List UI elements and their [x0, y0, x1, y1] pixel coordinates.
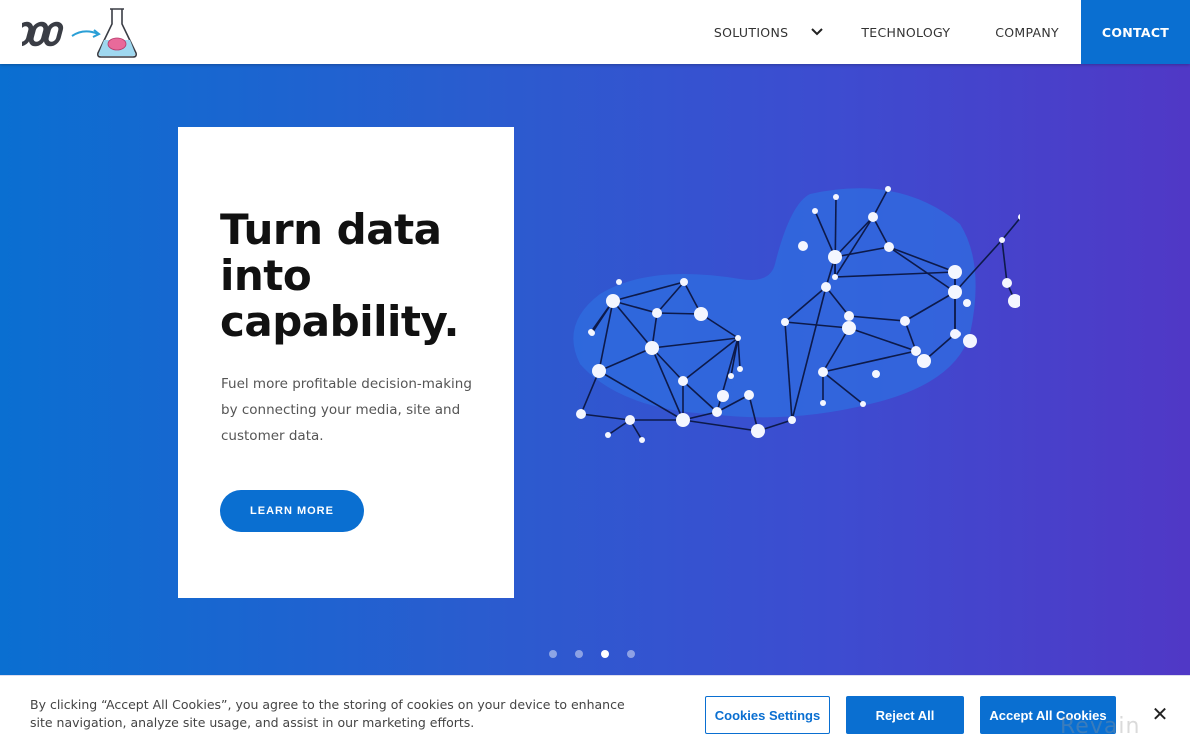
carousel-dot[interactable]	[627, 650, 635, 658]
network-node	[639, 437, 645, 443]
hero-description: Fuel more profitable decision-making by …	[221, 376, 472, 444]
network-node	[860, 401, 866, 407]
network-node	[821, 282, 831, 292]
network-node	[885, 186, 891, 192]
network-node	[717, 390, 729, 402]
network-node	[911, 346, 921, 356]
network-node	[832, 274, 838, 280]
nav-contact[interactable]: CONTACT	[1081, 0, 1190, 64]
network-edge	[1001, 239, 1008, 284]
network-node	[812, 208, 818, 214]
cookie-banner: By clicking “Accept All Cookies”, you ag…	[0, 675, 1190, 753]
network-node	[948, 265, 962, 279]
network-node	[963, 334, 977, 348]
network-node	[884, 242, 894, 252]
network-node	[728, 373, 734, 379]
nav-solutions[interactable]: SOLUTIONS	[714, 0, 824, 64]
hero-card: Turn data into capability. Fuel more pro…	[178, 127, 514, 598]
nav-solutions-label: SOLUTIONS	[713, 24, 789, 40]
network-node	[833, 194, 839, 200]
network-node	[917, 354, 931, 368]
network-node	[781, 318, 789, 326]
network-node	[798, 241, 808, 251]
reject-all-button[interactable]: Reject All	[846, 696, 964, 734]
carousel-dots	[549, 650, 635, 658]
network-node	[737, 366, 743, 372]
network-node	[588, 329, 594, 335]
cookies-settings-button[interactable]: Cookies Settings	[705, 696, 830, 734]
network-node	[948, 285, 962, 299]
close-icon[interactable]: ✕	[1150, 704, 1170, 724]
network-node	[955, 331, 961, 337]
network-node	[788, 416, 796, 424]
network-edge	[1001, 216, 1020, 241]
network-node	[592, 364, 606, 378]
network-node	[678, 376, 688, 386]
network-node	[844, 311, 854, 321]
cookie-text: By clicking “Accept All Cookies”, you ag…	[30, 697, 625, 730]
network-node	[652, 308, 662, 318]
carousel-dot[interactable]	[575, 650, 583, 658]
network-node	[576, 409, 586, 419]
learn-more-button[interactable]: LEARN MORE	[220, 490, 364, 532]
main-nav: SOLUTIONS TECHNOLOGY COMPANY CONTACT	[714, 0, 1190, 64]
network-node	[606, 294, 620, 308]
logo[interactable]	[22, 6, 142, 60]
network-node	[868, 212, 878, 222]
network-node	[735, 335, 741, 341]
network-node	[963, 299, 971, 307]
watermark: Revain	[1060, 714, 1141, 739]
carousel-dot[interactable]	[601, 650, 609, 658]
network-node	[694, 307, 708, 321]
network-node	[1008, 294, 1020, 308]
network-node	[712, 407, 722, 417]
network-node	[828, 250, 842, 264]
network-node	[605, 432, 611, 438]
network-node	[900, 316, 910, 326]
network-node	[676, 413, 690, 427]
chevron-down-icon[interactable]	[810, 25, 824, 39]
network-node	[616, 279, 622, 285]
network-node	[999, 237, 1005, 243]
network-node	[680, 278, 688, 286]
network-node	[1002, 278, 1012, 288]
arrow-icon	[71, 30, 99, 37]
network-edge	[580, 413, 631, 421]
odd-logo-icon	[22, 21, 64, 47]
network-node	[751, 424, 765, 438]
network-node	[625, 415, 635, 425]
site-header: SOLUTIONS TECHNOLOGY COMPANY CONTACT	[0, 0, 1190, 64]
network-node	[820, 400, 826, 406]
nav-company[interactable]: COMPANY	[995, 0, 1059, 64]
network-node	[872, 370, 880, 378]
hero-title: Turn data into capability.	[220, 205, 459, 346]
network-node	[818, 367, 828, 377]
network-edge	[682, 419, 759, 432]
network-node	[842, 321, 856, 335]
nav-technology[interactable]: TECHNOLOGY	[861, 0, 950, 64]
network-graph-illustration	[573, 186, 1020, 443]
network-blob	[573, 188, 976, 418]
network-node	[645, 341, 659, 355]
hero-section: Turn data into capability. Fuel more pro…	[0, 64, 1190, 675]
flask-icon	[97, 8, 137, 58]
network-node	[744, 390, 754, 400]
carousel-dot[interactable]	[549, 650, 557, 658]
